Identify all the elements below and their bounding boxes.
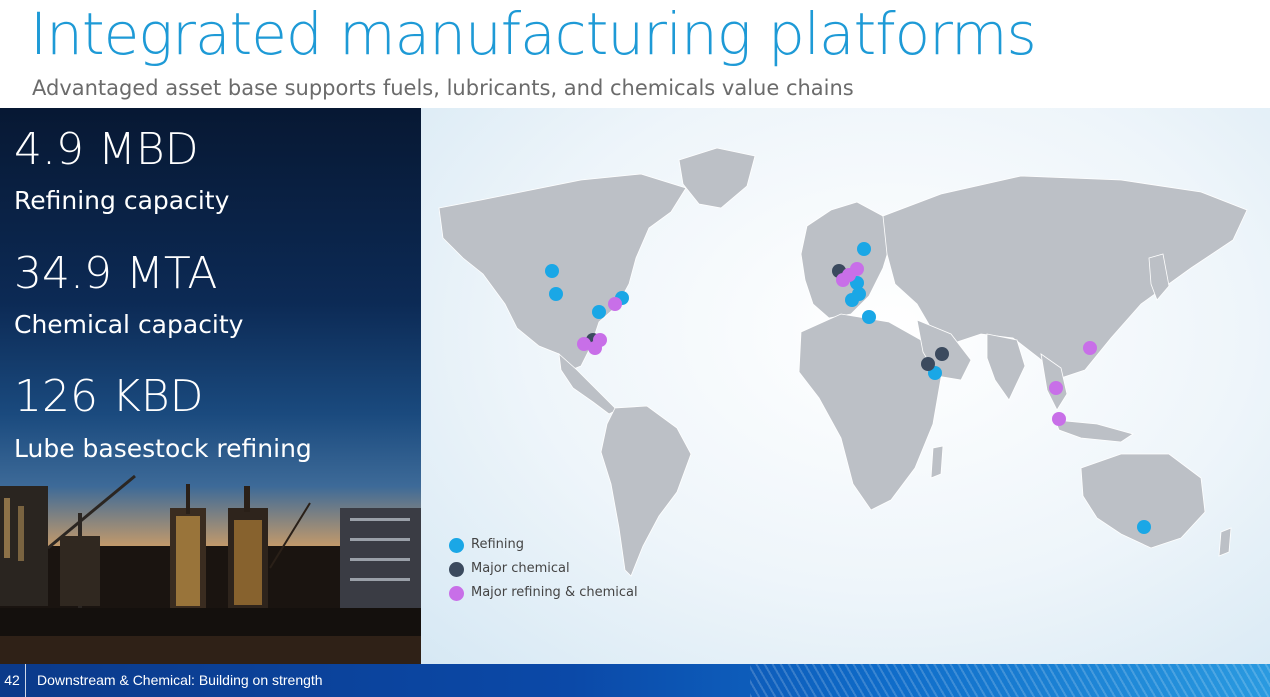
refining-chemical-marker [1049,381,1063,395]
refining-marker [549,287,563,301]
legend-label: Major chemical [471,561,570,576]
refining-marker [857,242,871,256]
footer-text: Downstream & Chemical: Building on stren… [37,672,323,688]
refining-marker [1137,520,1151,534]
refining-chemical-marker [850,262,864,276]
legend-dot-refining [449,538,464,553]
legend-label: Major refining & chemical [471,585,638,600]
refining-chemical-marker [1083,341,1097,355]
legend-label: Refining [471,537,524,552]
stat-value-chemical: 34.9 MTA [14,248,218,299]
refining-marker [592,305,606,319]
refining-chemical-marker [1052,412,1066,426]
refining-chemical-marker [608,297,622,311]
refining-marker [862,310,876,324]
stat-value-refining: 4.9 MBD [14,124,199,175]
legend-dot-refining-chemical [449,586,464,601]
stat-value-lube: 126 KBD [14,371,204,422]
stats-panel: 4.9 MBD Refining capacity 34.9 MTA Chemi… [0,108,421,664]
stat-label-chemical: Chemical capacity [14,310,244,339]
legend-dot-chemical [449,562,464,577]
stat-label-lube: Lube basestock refining [14,434,312,463]
refining-marker [545,264,559,278]
stat-label-refining: Refining capacity [14,186,230,215]
world-map-panel: Refining Major chemical Major refining &… [421,108,1270,664]
footer-pattern [750,664,1270,697]
refining-chemical-marker [593,333,607,347]
world-map [438,147,1248,577]
page-number: 42 [4,672,20,688]
chemical-marker [935,347,949,361]
page-subtitle: Advantaged asset base supports fuels, lu… [32,76,854,100]
footer-bar: 42 Downstream & Chemical: Building on st… [0,664,1270,697]
footer-divider [25,664,26,697]
refining-marker [845,293,859,307]
world-map-landmass [438,147,1248,577]
chemical-marker [921,357,935,371]
page-title: Integrated manufacturing platforms [30,0,1037,68]
